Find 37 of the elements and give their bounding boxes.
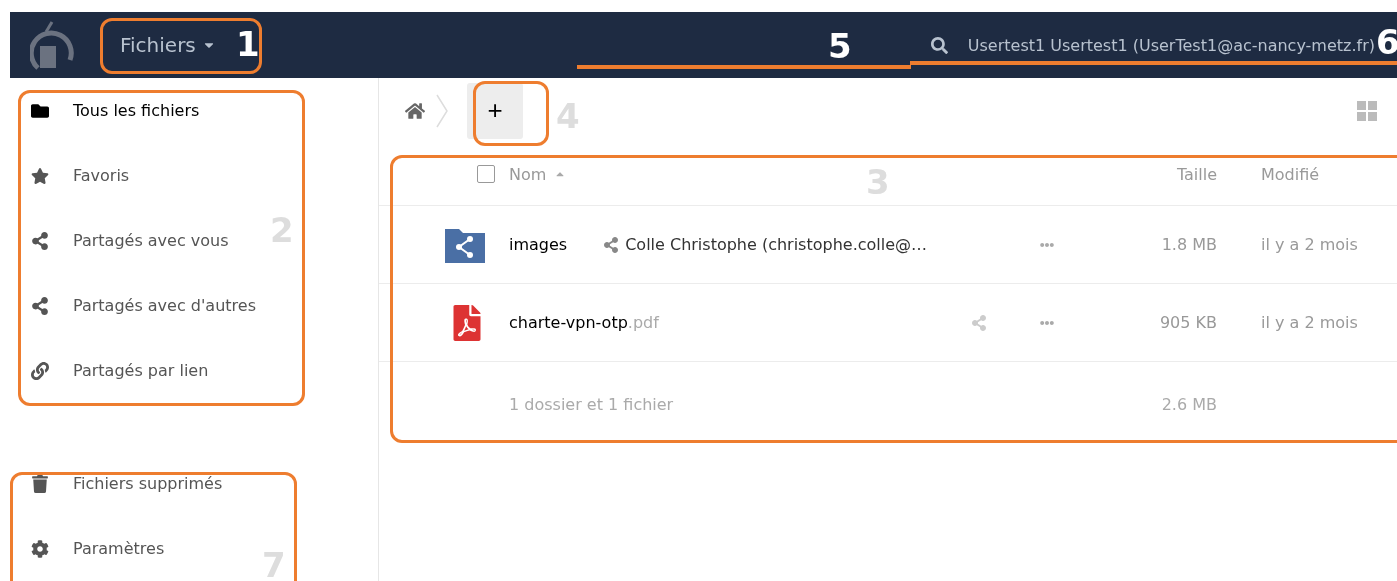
search-icon[interactable]: [930, 36, 948, 54]
link-icon: [31, 361, 49, 380]
new-button[interactable]: +: [467, 82, 523, 139]
shared-with: Colle Christophe (christophe.colle@…: [625, 235, 928, 254]
sidebar-item[interactable]: Tous les fichiers: [10, 78, 200, 143]
annotation-number: 1: [236, 24, 260, 64]
select-all-checkbox[interactable]: [477, 165, 495, 183]
share-icon: [31, 296, 49, 315]
annotation-number: 5: [828, 26, 852, 66]
app-menu[interactable]: Fichiers: [120, 33, 216, 57]
logo-icon: [30, 20, 76, 70]
file-size: 1.8 MB: [1160, 235, 1217, 254]
sidebar-item[interactable]: Partagés avec d'autres: [10, 273, 256, 338]
user-menu[interactable]: Usertest1 Usertest1 (UserTest1@ac-nancy-metz.fr): [967, 35, 1375, 55]
sidebar-item[interactable]: Favoris: [10, 143, 130, 208]
home-icon[interactable]: [405, 100, 425, 121]
sidebar-item[interactable]: Paramètres: [10, 516, 165, 581]
sidebar-item[interactable]: Partagés par lien: [10, 338, 209, 403]
gear-icon: [31, 539, 49, 558]
grid-view-icon[interactable]: [1357, 100, 1377, 121]
share-icon: [31, 231, 49, 250]
breadcrumb-separator-icon: [435, 92, 449, 129]
modified-date: il y a 2 mois: [1260, 235, 1359, 254]
summary-text: 1 dossier et 1 fichier: [509, 395, 675, 414]
trash-icon: [31, 474, 49, 493]
sidebar-item[interactable]: Fichiers supprimés: [10, 451, 223, 516]
sidebar-item[interactable]: Partagés avec vous: [10, 208, 229, 273]
modified-date: il y a 2 mois: [1260, 313, 1359, 332]
share-icon[interactable]: [603, 236, 620, 253]
shared-folder-icon: [445, 226, 485, 263]
star-icon: [31, 166, 49, 185]
total-size: 2.6 MB: [1160, 395, 1217, 414]
folder-icon: [31, 101, 49, 120]
share-icon[interactable]: [971, 314, 987, 331]
file-name[interactable]: images: [509, 235, 568, 254]
file-size: 905 KB: [1158, 313, 1217, 332]
file-name[interactable]: charte-vpn-otp.pdf: [509, 313, 659, 332]
